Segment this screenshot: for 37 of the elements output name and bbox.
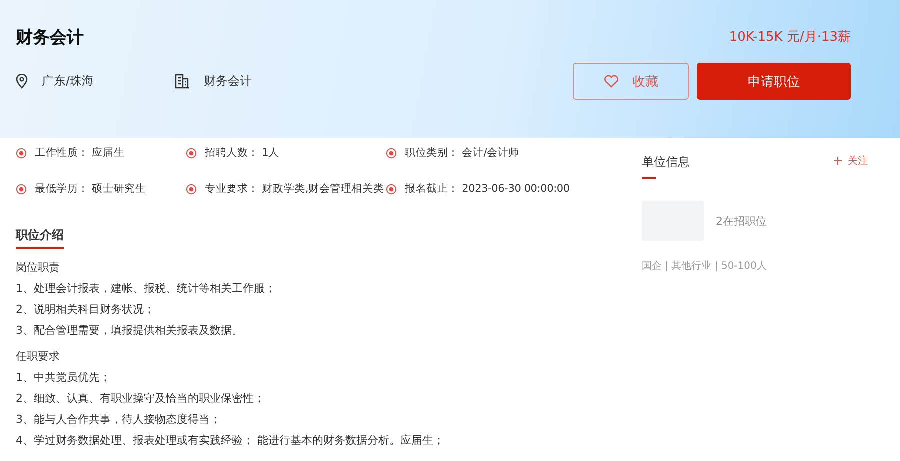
section-tab[interactable]: 职位介绍 (16, 227, 64, 249)
job-fact: 招聘人数： 1人 (205, 146, 280, 160)
company-meta: 国企 | 其他行业 | 50-100人 (642, 260, 768, 273)
job-fact: 专业要求： 财政学类,财会管理相关类 (205, 182, 384, 196)
target-icon (186, 184, 197, 194)
list-item: 1、处理会计报表，建帐、报税、统计等相关工作服； (16, 282, 277, 296)
target-icon (16, 148, 27, 158)
job-fact: 职位类别： 会计/会计师 (405, 146, 520, 160)
target-icon (16, 184, 27, 194)
section-heading: 任职要求 (16, 350, 61, 364)
list-item: 3、配合管理需要，填报提供相关报表及数据。 (16, 324, 244, 338)
apply-button[interactable]: 申请职位 (697, 63, 851, 100)
list-item: 1、中共党员优先； (16, 371, 112, 385)
location-text: 广东/珠海 (42, 73, 94, 90)
job-fact: 最低学历： 硕士研究生 (35, 182, 146, 196)
heart-icon (604, 75, 618, 88)
list-item: 2、说明相关科目财务状况； (16, 303, 156, 317)
list-item: 4、学过财务数据处理、报表处理或有实践经验； 能进行基本的财务数据分析。应届生； (16, 434, 446, 448)
job-fact: 报名截止： 2023-06-30 00:00:00 (405, 182, 570, 196)
openings-text: 2在招职位 (716, 214, 767, 228)
target-icon (386, 184, 397, 194)
target-icon (386, 148, 397, 158)
salary-text: 10K-15K 元/月·13薪 (729, 29, 851, 47)
title-underline (642, 177, 656, 179)
category-text: 财务会计 (204, 73, 252, 90)
plus-icon (834, 157, 842, 165)
list-item: 2、细致、认真、有职业操守及恰当的职业保密性； (16, 392, 266, 406)
panel-title: 单位信息 (642, 154, 690, 171)
follow-button[interactable]: 关注 (848, 154, 868, 168)
target-icon (186, 148, 197, 158)
location-pin-icon (16, 74, 28, 89)
favorite-button[interactable]: 收藏 (573, 63, 689, 100)
list-item: 3、能与人合作共事，待人接物态度得当； (16, 413, 222, 427)
job-title: 财务会计 (16, 27, 85, 50)
job-fact: 工作性质： 应届生 (35, 146, 125, 160)
section-heading: 岗位职责 (16, 261, 61, 275)
building-icon (174, 74, 190, 89)
